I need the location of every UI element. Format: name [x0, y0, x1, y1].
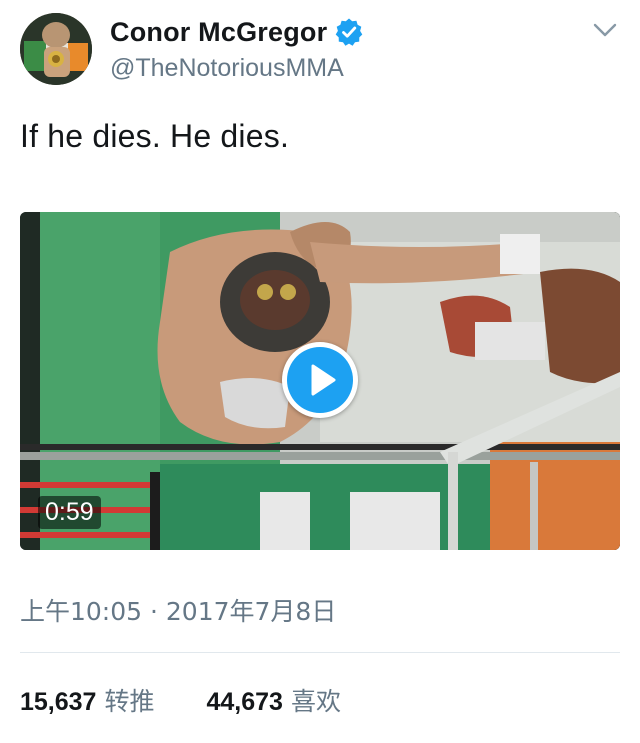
avatar-image	[20, 13, 92, 85]
retweets-label: 转推	[104, 687, 155, 716]
likes-label: 喜欢	[290, 687, 341, 716]
retweets-count: 15,637	[20, 688, 97, 716]
name-row: Conor McGregor	[110, 14, 364, 50]
retweets-stat[interactable]: 15,637 转推	[20, 682, 154, 718]
divider	[20, 652, 620, 653]
video-player[interactable]: 0:59	[20, 212, 620, 550]
tweet-header: Conor McGregor @TheNotoriousMMA	[0, 0, 640, 100]
video-duration: 0:59	[38, 496, 101, 529]
play-button[interactable]	[282, 342, 358, 418]
likes-count: 44,673	[206, 688, 283, 716]
display-name[interactable]: Conor McGregor	[110, 17, 327, 48]
tweet-stats: 15,637 转推 44,673 喜欢	[20, 682, 341, 718]
tweet-timestamp[interactable]: 上午10:05 · 2017年7月8日	[20, 592, 336, 628]
likes-stat[interactable]: 44,673 喜欢	[206, 682, 340, 718]
verified-badge-icon	[334, 17, 364, 47]
user-handle[interactable]: @TheNotoriousMMA	[110, 54, 344, 83]
play-icon-circle	[287, 347, 353, 413]
play-icon	[311, 364, 336, 396]
chevron-down-icon[interactable]	[592, 20, 618, 40]
tweet-text: If he dies. He dies.	[20, 118, 290, 154]
avatar[interactable]	[20, 13, 92, 85]
